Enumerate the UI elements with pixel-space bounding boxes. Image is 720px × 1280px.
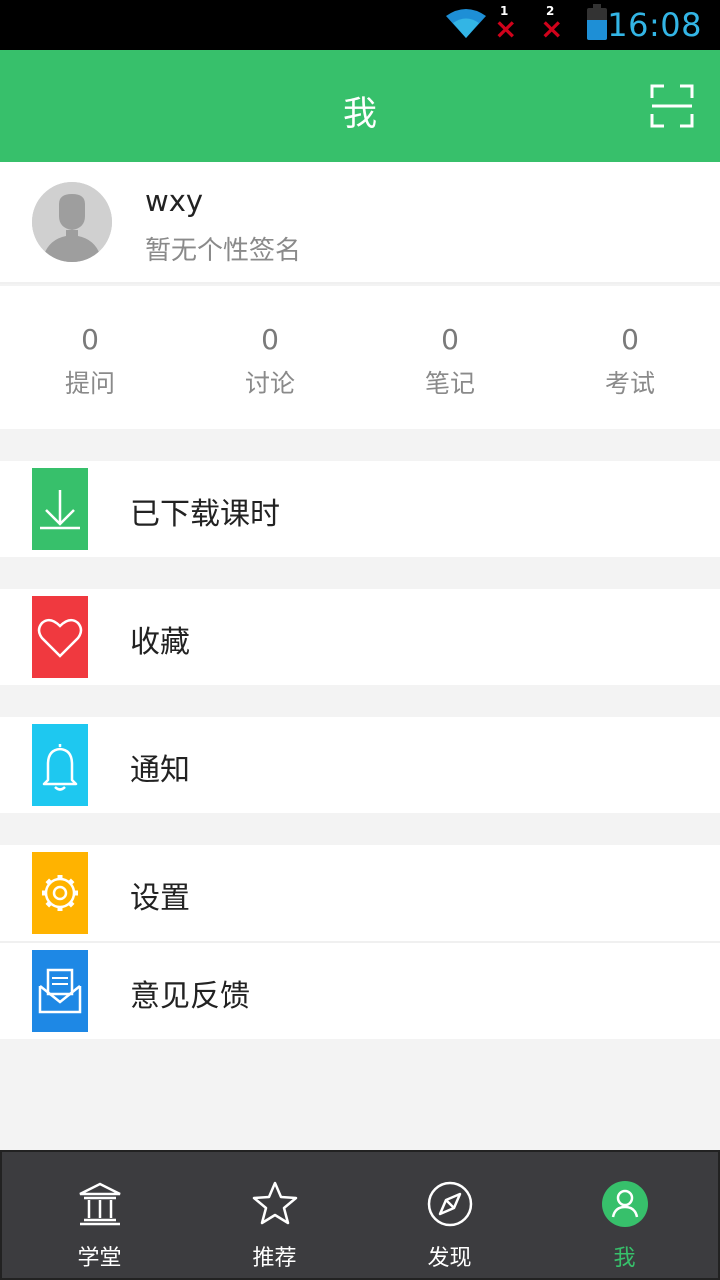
tab-me[interactable]: 我 <box>537 1152 712 1280</box>
menu-label: 设置 <box>130 881 190 916</box>
stats-panel: 0 提问 0 讨论 0 笔记 0 考试 <box>0 286 720 429</box>
page-title: 我 <box>343 94 377 134</box>
status-bar: 1 × 2 × 16:08 <box>0 0 720 50</box>
wifi-icon <box>446 9 486 38</box>
tab-label: 我 <box>613 1246 636 1271</box>
stat-discussions[interactable]: 0 讨论 <box>180 322 360 402</box>
stat-label: 考试 <box>604 369 655 398</box>
stat-value: 0 <box>81 323 99 356</box>
stat-label: 讨论 <box>244 369 295 398</box>
stat-label: 笔记 <box>424 369 475 398</box>
clock: 16:08 <box>607 6 702 44</box>
compass-icon <box>427 1181 473 1227</box>
menu-label: 意见反馈 <box>130 979 250 1014</box>
menu-item-favorites[interactable]: 收藏 <box>0 589 720 685</box>
download-icon <box>32 468 88 550</box>
menu-item-downloads[interactable]: 已下载课时 <box>0 461 720 557</box>
no-signal-icon: × <box>540 12 564 45</box>
tab-school[interactable]: 学堂 <box>12 1152 187 1280</box>
tab-discover[interactable]: 发现 <box>362 1152 537 1280</box>
tab-label: 学堂 <box>77 1246 122 1271</box>
building-icon <box>79 1182 121 1226</box>
stat-value: 0 <box>621 323 639 356</box>
stat-label: 提问 <box>64 369 115 398</box>
bottom-tab-bar: 学堂 推荐 发现 我 <box>0 1150 720 1280</box>
profile-card[interactable]: wxy 暂无个性签名 <box>0 162 720 284</box>
stat-exams[interactable]: 0 考试 <box>540 322 720 402</box>
menu-label: 已下载课时 <box>130 497 280 532</box>
username: wxy <box>145 184 204 218</box>
tab-recommend[interactable]: 推荐 <box>187 1152 362 1280</box>
no-signal-icon: × <box>494 12 518 45</box>
stat-notes[interactable]: 0 笔记 <box>360 322 540 402</box>
star-icon <box>252 1181 298 1225</box>
mail-icon <box>32 950 88 1032</box>
scan-icon[interactable] <box>650 84 694 128</box>
stat-value: 0 <box>441 323 459 356</box>
gear-icon <box>32 852 88 934</box>
person-icon <box>602 1181 648 1227</box>
menu-item-notifications[interactable]: 通知 <box>0 717 720 813</box>
menu-label: 收藏 <box>130 625 190 660</box>
menu-label: 通知 <box>130 753 190 788</box>
menu-item-feedback[interactable]: 意见反馈 <box>0 943 720 1039</box>
tab-label: 推荐 <box>252 1246 297 1271</box>
bell-icon <box>32 724 88 806</box>
tab-label: 发现 <box>427 1246 472 1271</box>
menu-item-settings[interactable]: 设置 <box>0 845 720 941</box>
heart-icon <box>32 596 88 678</box>
app-header: 我 <box>0 50 720 162</box>
battery-icon <box>587 4 607 40</box>
stat-value: 0 <box>261 323 279 356</box>
signature: 暂无个性签名 <box>145 236 302 266</box>
stat-questions[interactable]: 0 提问 <box>0 322 180 402</box>
avatar[interactable] <box>32 182 112 262</box>
